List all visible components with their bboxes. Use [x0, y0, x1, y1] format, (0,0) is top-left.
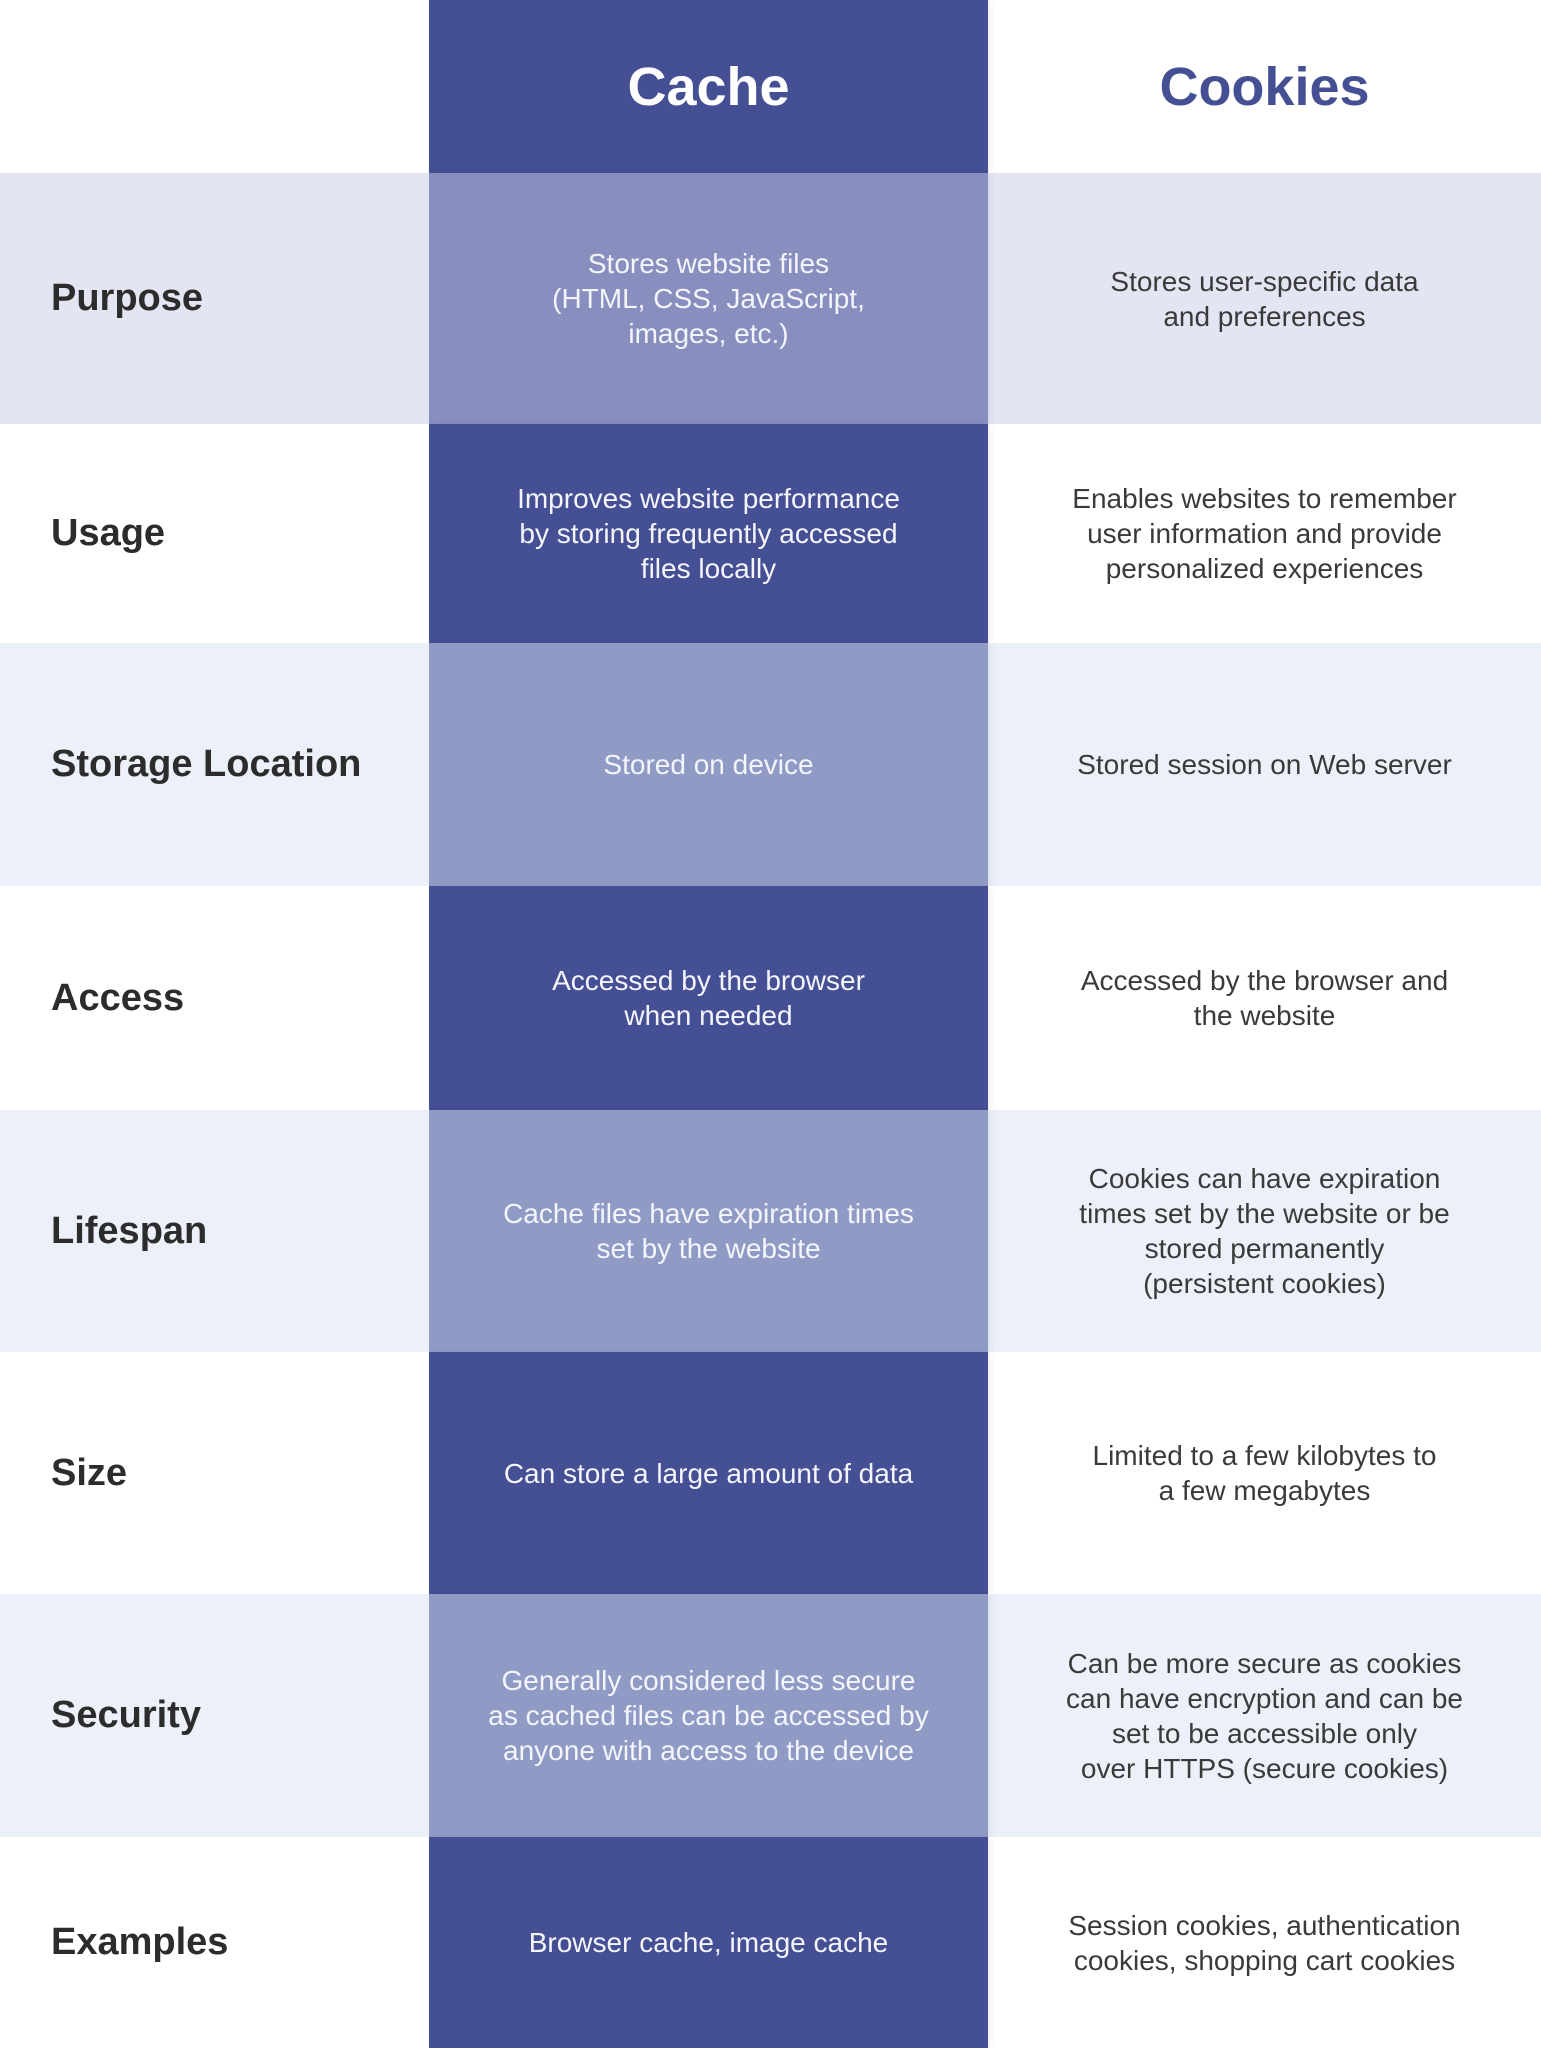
cookies-column-title: Cookies: [1159, 56, 1370, 117]
cookies-header-cell: Cookies: [988, 0, 1541, 173]
row-label: Security: [51, 1694, 201, 1736]
row-label: Size: [51, 1451, 128, 1494]
cache-cell: Accessed by the browser when needed: [429, 886, 988, 1110]
cookies-cell-text: Enables websites to remember user inform…: [1072, 483, 1457, 584]
row-label: Examples: [51, 1921, 229, 1963]
table-row-usage: Usage Improves website performance by st…: [0, 424, 1541, 643]
cache-cell: Improves website performance by storing …: [429, 424, 988, 643]
cache-cell-text: Browser cache, image cache: [528, 1927, 889, 1958]
row-label: Storage Location: [51, 743, 362, 785]
table-row-examples: Examples Browser cache, image cache Sess…: [0, 1837, 1541, 2048]
cookies-cell: Stores user-specific data and preference…: [988, 173, 1541, 424]
table-row-access: Access Accessed by the browser when need…: [0, 886, 1541, 1110]
cookies-cell-text: Accessed by the browser and the website: [1080, 965, 1449, 1031]
row-label: Usage: [51, 512, 166, 554]
cookies-cell-text: Can be more secure as cookies can have e…: [1066, 1647, 1463, 1784]
cache-cell-text: Can store a large amount of data: [503, 1457, 914, 1489]
cookies-cell: Enables websites to remember user inform…: [988, 424, 1541, 643]
cookies-cell-text: Limited to a few kilobytes to a few mega…: [1092, 1440, 1437, 1506]
cache-cell: Stores website files (HTML, CSS, JavaScr…: [429, 173, 988, 424]
cache-cell: Cache files have expiration times set by…: [429, 1110, 988, 1352]
cookies-cell: Session cookies, authentication cookies,…: [988, 1837, 1541, 2048]
row-label: Lifespan: [51, 1209, 208, 1252]
cookies-cell-text: Stored session on Web server: [1077, 749, 1452, 780]
cookies-cell: Stored session on Web server: [988, 643, 1541, 886]
cache-cell: Stored on device: [429, 643, 988, 886]
cache-cell-text: Cache files have expiration times set by…: [503, 1198, 914, 1264]
table-row-lifespan: Lifespan Cache files have expiration tim…: [0, 1110, 1541, 1352]
cookies-cell-text: Session cookies, authentication cookies,…: [1068, 1909, 1461, 1976]
cookies-cell-text: Cookies can have expiration times set by…: [1079, 1163, 1450, 1299]
table-row-security: Security Generally considered less secur…: [0, 1594, 1541, 1837]
row-label: Access: [51, 976, 185, 1019]
comparison-table: Cache Cookies Purpose Stores website fil…: [0, 0, 1541, 2048]
cache-cell-text: Accessed by the browser when needed: [552, 965, 865, 1031]
cache-cell: Generally considered less secure as cach…: [429, 1594, 988, 1837]
header-empty-cell: [0, 0, 429, 173]
table-row-purpose: Purpose Stores website files (HTML, CSS,…: [0, 173, 1541, 424]
cache-cell-text: Stored on device: [603, 749, 814, 780]
header-row: Cache Cookies: [0, 0, 1541, 173]
cache-header-cell: Cache: [429, 0, 988, 173]
row-label: Purpose: [51, 277, 204, 319]
cache-cell: Can store a large amount of data: [429, 1352, 988, 1594]
cookies-cell: Accessed by the browser and the website: [988, 886, 1541, 1110]
cookies-cell: Limited to a few kilobytes to a few mega…: [988, 1352, 1541, 1594]
cache-column-title: Cache: [627, 56, 790, 117]
cache-cell-text: Improves website performance by storing …: [517, 483, 900, 584]
cache-cell-text: Stores website files (HTML, CSS, JavaScr…: [552, 248, 865, 349]
cookies-cell: Can be more secure as cookies can have e…: [988, 1594, 1541, 1837]
cookies-cell-text: Stores user-specific data and preference…: [1110, 265, 1419, 332]
table-row-storage-location: Storage Location Stored on device Stored…: [0, 643, 1541, 886]
cache-cell: Browser cache, image cache: [429, 1837, 988, 2048]
cache-cell-text: Generally considered less secure as cach…: [488, 1665, 929, 1766]
table-row-size: Size Can store a large amount of data Li…: [0, 1352, 1541, 1594]
cookies-cell: Cookies can have expiration times set by…: [988, 1110, 1541, 1352]
